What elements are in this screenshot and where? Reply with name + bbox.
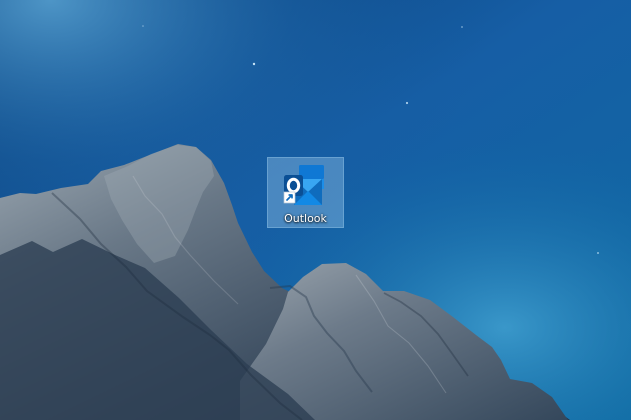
outlook-shortcut-label: Outlook	[284, 212, 327, 225]
desktop[interactable]: Outlook	[0, 0, 631, 420]
outlook-desktop-shortcut[interactable]: Outlook	[267, 157, 344, 228]
outlook-app-icon	[283, 165, 324, 205]
